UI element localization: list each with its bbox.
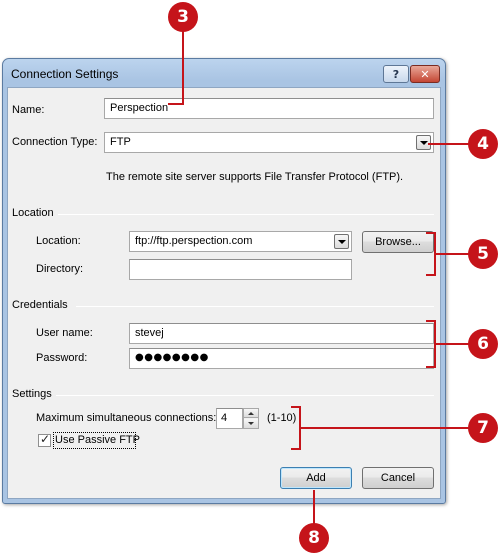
cancel-button[interactable]: Cancel [362,467,434,489]
checkmark-icon: ✓ [40,432,51,446]
callout-8-badge: 8 [299,523,329,553]
callout-3-badge: 3 [168,2,198,32]
chevron-down-icon[interactable] [334,234,349,249]
browse-button[interactable]: Browse... [362,231,434,253]
help-icon: ? [392,67,400,81]
username-label: User name: [36,327,93,339]
name-input[interactable]: Perspection [104,98,434,119]
callout-7-badge: 7 [468,413,498,443]
callout-4-leader [428,143,472,145]
callout-4-badge: 4 [468,129,498,159]
callout-3-leader-tip [168,103,184,105]
callout-5-bracket-bottom [426,274,436,276]
credentials-group-divider [76,306,434,307]
settings-group-divider [56,395,434,396]
location-group-divider [56,214,434,215]
directory-input[interactable] [129,259,352,280]
connection-type-value: FTP [110,136,131,148]
passive-ftp-checkbox[interactable]: ✓ [38,432,51,447]
location-value: ftp://ftp.perspection.com [135,235,253,247]
settings-group-title: Settings [12,388,56,400]
callout-3-leader [182,30,184,104]
callout-6-leader [434,343,472,345]
callout-7-bracket-top [291,406,301,408]
password-input[interactable]: ●●●●●●●● [129,348,434,369]
chevron-down-icon[interactable] [244,419,258,428]
credentials-group-title: Credentials [12,299,72,311]
username-input[interactable]: stevej [129,323,434,344]
callout-7-leader [299,427,472,429]
location-group-title: Location [12,207,58,219]
callout-7-bracket-bottom [291,448,301,450]
name-label: Name: [12,104,45,116]
location-select[interactable]: ftp://ftp.perspection.com [129,231,352,252]
callout-8-leader [313,490,315,526]
connection-settings-dialog: Connection Settings ? ✕ Name: Perspectio… [2,58,446,504]
directory-label: Directory: [36,263,84,275]
max-connections-input[interactable]: 4 [216,408,243,429]
connections-range-hint: (1-10) [267,412,297,424]
add-button[interactable]: Add [280,467,352,489]
max-connections-stepper[interactable] [243,408,259,429]
dialog-title: Connection Settings [11,67,119,81]
protocol-description: The remote site server supports File Tra… [106,171,404,183]
callout-6-bracket-top [426,320,436,322]
passive-ftp-label[interactable]: Use Passive FTP [55,434,140,446]
callout-6-bracket-bottom [426,366,436,368]
dialog-body: Name: Perspection Connection Type: FTP T… [7,87,441,499]
callout-5-leader [434,253,472,255]
chevron-up-icon[interactable] [244,409,258,418]
location-label: Location: [36,235,81,247]
connection-type-label: Connection Type: [12,136,98,148]
connection-type-select[interactable]: FTP [104,132,434,153]
title-bar[interactable]: Connection Settings ? ✕ [3,59,445,87]
callout-5-bracket-top [426,232,436,234]
callout-6-badge: 6 [468,329,498,359]
max-connections-label: Maximum simultaneous connections: [36,412,217,424]
password-label: Password: [36,352,88,364]
close-button[interactable]: ✕ [410,65,440,83]
callout-5-badge: 5 [468,239,498,269]
help-button[interactable]: ? [383,65,409,83]
close-icon: ✕ [420,67,430,81]
